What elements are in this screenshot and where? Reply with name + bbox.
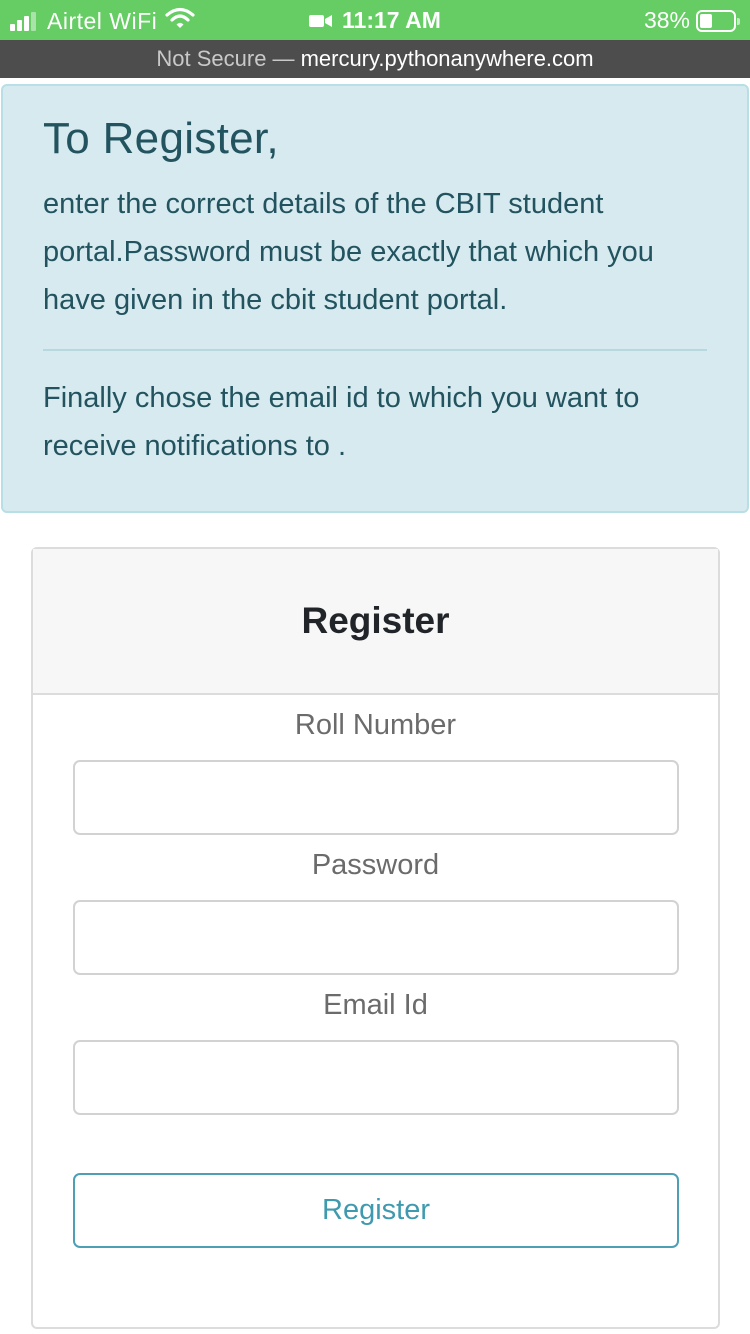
form-title: Register (301, 600, 450, 641)
video-camera-icon (309, 13, 333, 29)
email-group: Email Id (33, 983, 718, 1123)
status-right: 38% (643, 7, 740, 34)
register-button[interactable]: Register (73, 1173, 679, 1248)
password-label: Password (311, 849, 440, 881)
alert-paragraph-details: enter the correct details of the CBIT st… (43, 188, 654, 316)
roll-number-label: Roll Number (294, 709, 457, 741)
battery-cap (737, 17, 740, 25)
email-label: Email Id (323, 989, 428, 1021)
status-time-group: 11:17 AM (309, 7, 441, 34)
wifi-icon (165, 7, 195, 35)
status-time: 11:17 AM (342, 7, 441, 33)
url-bar[interactable]: Not Secure — mercury.pythonanywhere.com (0, 40, 750, 78)
status-bar: Airtel WiFi 11:17 AM 38% (0, 0, 750, 40)
carrier-name: Airtel WiFi (47, 7, 158, 34)
password-group: Password (33, 843, 718, 983)
alert-paragraph-email: Finally chose the email id to which you … (43, 382, 640, 462)
battery-icon (696, 9, 740, 32)
register-card: Register Roll Number Password Email Id R… (31, 547, 720, 1329)
email-input[interactable] (73, 1040, 679, 1115)
battery-fill (700, 13, 713, 28)
status-left: Airtel WiFi (10, 7, 195, 35)
card-header: Register (33, 549, 718, 695)
url-domain: mercury.pythonanywhere.com (300, 46, 594, 71)
alert-heading: To Register, (43, 114, 279, 163)
roll-number-input[interactable] (73, 760, 679, 835)
card-body: Roll Number Password Email Id Register (33, 695, 718, 1248)
password-input[interactable] (73, 900, 679, 975)
info-alert: To Register, enter the correct details o… (1, 84, 749, 513)
roll-number-group: Roll Number (33, 703, 718, 843)
cellular-signal-icon (10, 11, 38, 31)
battery-percentage: 38% (643, 7, 690, 33)
alert-divider (43, 349, 707, 351)
security-indicator: Not Secure — (156, 46, 295, 71)
